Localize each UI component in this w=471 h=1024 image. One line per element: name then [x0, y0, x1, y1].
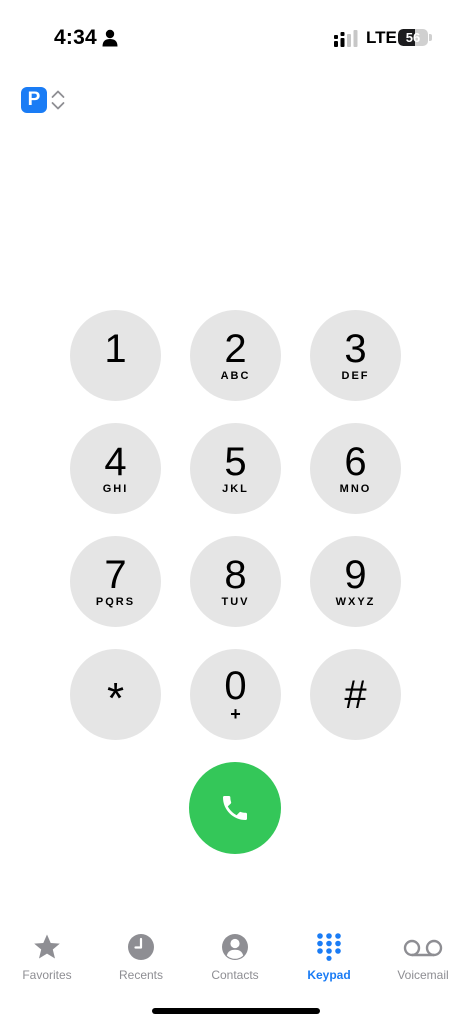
- battery-icon: 56: [398, 29, 428, 46]
- key-digit: #: [344, 673, 367, 717]
- key-letters: ABC: [220, 370, 251, 382]
- person-icon: [102, 29, 118, 47]
- key-1[interactable]: 1: [70, 310, 161, 401]
- status-time: 4:34: [54, 26, 97, 49]
- key-6[interactable]: 6 MNO: [310, 423, 401, 514]
- tab-label: Favorites: [22, 968, 72, 982]
- key-digit: 2: [224, 327, 247, 371]
- key-0[interactable]: 0 +: [190, 649, 281, 740]
- call-button[interactable]: [189, 762, 281, 854]
- key-3[interactable]: 3 DEF: [310, 310, 401, 401]
- voicemail-icon: [403, 939, 443, 957]
- key-9[interactable]: 9 WXYZ: [310, 536, 401, 627]
- key-letters: PQRS: [95, 596, 136, 608]
- key-letters: DEF: [341, 370, 370, 382]
- status-bar: 4:34 LTE 56: [0, 0, 471, 70]
- key-digit: 8: [224, 553, 247, 597]
- tab-voicemail[interactable]: Voicemail: [376, 925, 470, 995]
- tab-label: Voicemail: [397, 968, 449, 982]
- key-digit: 5: [224, 440, 247, 484]
- key-letters: MNO: [339, 483, 372, 495]
- star-icon: [34, 934, 60, 959]
- key-letters: WXYZ: [335, 596, 376, 608]
- key-7[interactable]: 7 PQRS: [70, 536, 161, 627]
- key-letters: JKL: [222, 483, 249, 495]
- network-type-label: LTE: [366, 28, 397, 47]
- battery-cap: [429, 34, 432, 41]
- home-indicator: [152, 1008, 320, 1014]
- tab-contacts[interactable]: Contacts: [188, 925, 282, 995]
- key-4[interactable]: 4 GHI: [70, 423, 161, 514]
- phone-icon: [223, 796, 247, 820]
- key-digit: 7: [104, 553, 127, 597]
- tab-label: Contacts: [211, 968, 259, 982]
- key-digit: 6: [344, 440, 367, 484]
- key-digit: 0: [224, 664, 247, 708]
- tab-label: Recents: [118, 968, 164, 982]
- line-selector[interactable]: P: [21, 87, 71, 115]
- key-star[interactable]: *: [70, 649, 161, 740]
- tab-favorites[interactable]: Favorites: [0, 925, 94, 995]
- key-digit: 1: [104, 327, 127, 371]
- key-letters: GHI: [102, 483, 129, 495]
- key-2[interactable]: 2 ABC: [190, 310, 281, 401]
- tab-recents[interactable]: Recents: [94, 925, 188, 995]
- tab-label: Keypad: [307, 968, 351, 982]
- key-8[interactable]: 8 TUV: [190, 536, 281, 627]
- key-5[interactable]: 5 JKL: [190, 423, 281, 514]
- cellular-signal-icon: [334, 30, 358, 47]
- chevron-up-down-icon: [51, 90, 65, 110]
- contact-icon: [222, 934, 248, 960]
- key-digit: 9: [344, 553, 367, 597]
- clock-icon: [128, 934, 154, 960]
- keypad-icon: [317, 933, 341, 961]
- key-letters: TUV: [221, 596, 250, 608]
- key-letters: +: [230, 704, 241, 724]
- key-hash[interactable]: #: [310, 649, 401, 740]
- line-badge: P: [21, 87, 47, 113]
- battery-level: 56: [405, 30, 421, 45]
- key-digit: 4: [104, 440, 127, 484]
- key-digit: *: [106, 674, 125, 723]
- tab-bar: Favorites Recents Contacts Keypad Voicem…: [0, 925, 471, 995]
- tab-keypad[interactable]: Keypad: [282, 925, 376, 995]
- key-digit: 3: [344, 327, 367, 371]
